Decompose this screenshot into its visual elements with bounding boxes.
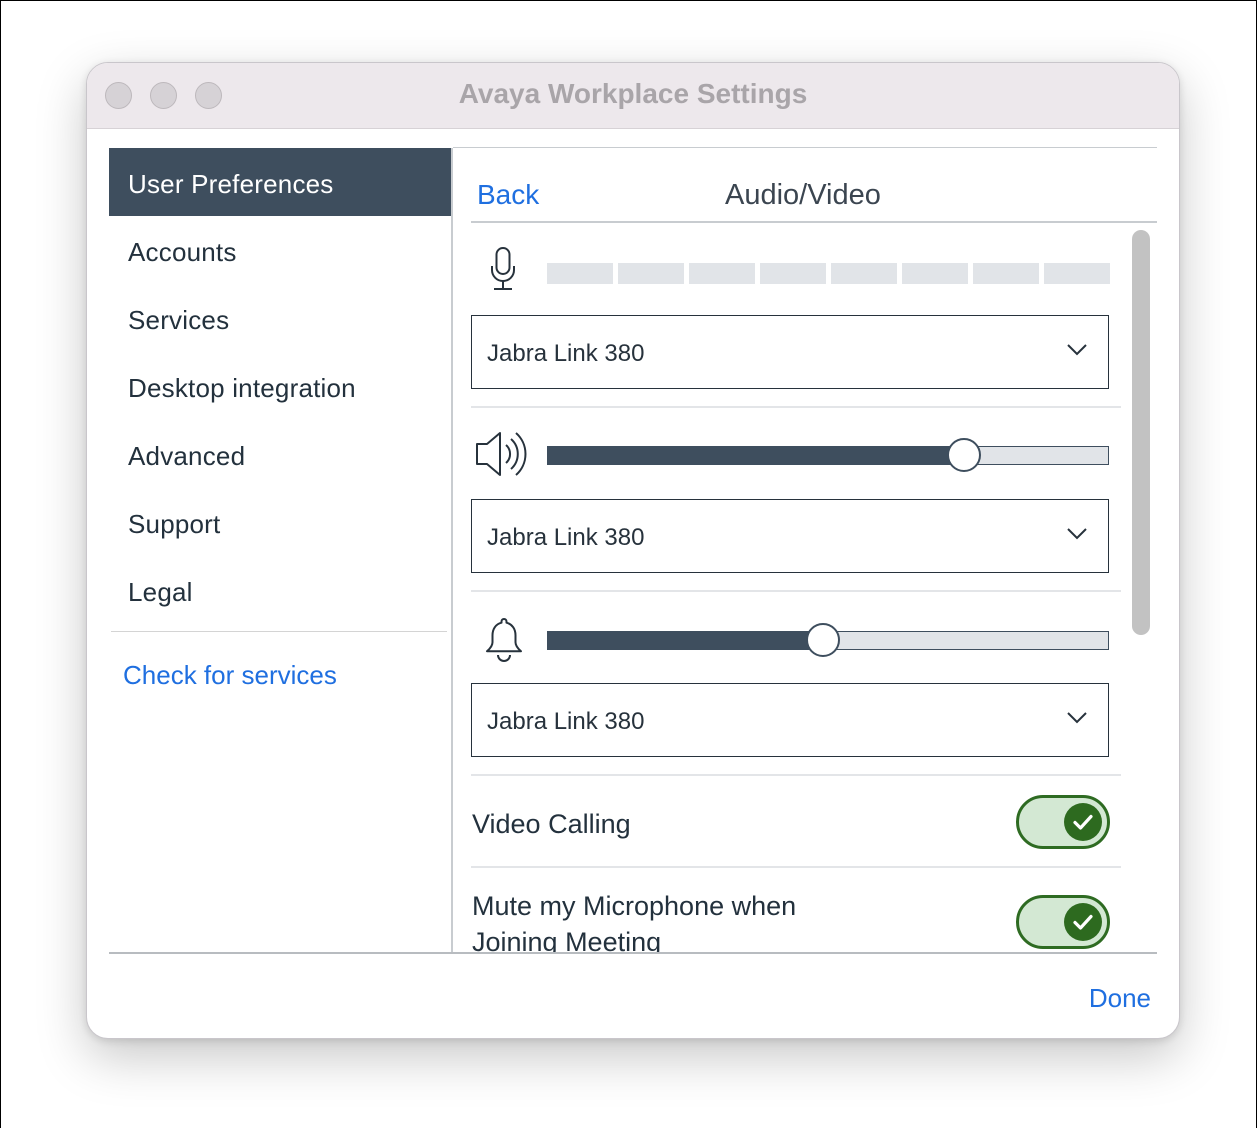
toggle-knob bbox=[1064, 903, 1102, 941]
speaker-volume-slider[interactable] bbox=[547, 438, 1109, 472]
level-segment bbox=[902, 263, 968, 284]
ringer-device-value: Jabra Link 380 bbox=[487, 708, 645, 735]
settings-window: Avaya Workplace Settings User Preference… bbox=[86, 62, 1180, 1039]
mute-on-join-row: Mute my Microphone when Joining Meeting bbox=[453, 873, 1123, 952]
ringer-volume-slider[interactable] bbox=[547, 623, 1109, 657]
video-calling-toggle[interactable] bbox=[1016, 795, 1110, 849]
toggle-knob bbox=[1064, 803, 1102, 841]
chevron-down-icon bbox=[1067, 712, 1087, 724]
sidebar-divider bbox=[111, 631, 447, 632]
row-divider bbox=[471, 774, 1121, 776]
title-bar: Avaya Workplace Settings bbox=[87, 63, 1179, 129]
row-divider bbox=[471, 590, 1121, 592]
sidebar-item-advanced[interactable]: Advanced bbox=[109, 420, 451, 488]
panel-title: Audio/Video bbox=[725, 179, 881, 211]
window-title: Avaya Workplace Settings bbox=[458, 78, 808, 109]
checkmark-icon bbox=[1073, 914, 1093, 930]
row-divider bbox=[471, 866, 1121, 868]
footer-divider bbox=[109, 952, 1157, 954]
level-segment bbox=[618, 263, 684, 284]
level-segment bbox=[547, 263, 613, 284]
mute-on-join-label: Mute my Microphone when Joining Meeting bbox=[472, 891, 797, 952]
sidebar: User Preferences Accounts Services Deskt… bbox=[109, 148, 451, 690]
speaker-volume-fill bbox=[548, 447, 964, 464]
speaker-icon bbox=[476, 432, 527, 476]
chevron-down-icon bbox=[1067, 528, 1087, 540]
row-divider bbox=[471, 406, 1121, 408]
speaker-device-select[interactable]: Jabra Link 380 bbox=[471, 499, 1109, 573]
speaker-device-value: Jabra Link 380 bbox=[487, 524, 645, 551]
ringer-device-select[interactable]: Jabra Link 380 bbox=[471, 683, 1109, 757]
video-calling-label: Video Calling bbox=[472, 809, 631, 839]
chevron-down-icon bbox=[1067, 344, 1087, 356]
sidebar-item-legal[interactable]: Legal bbox=[109, 556, 451, 624]
check-for-services-link[interactable]: Check for services bbox=[123, 660, 337, 691]
microphone-device-value: Jabra Link 380 bbox=[487, 340, 645, 367]
bell-icon bbox=[486, 618, 522, 662]
level-segment bbox=[831, 263, 897, 284]
sidebar-item-desktop-integration[interactable]: Desktop integration bbox=[109, 352, 451, 420]
speaker-volume-knob[interactable] bbox=[947, 438, 981, 472]
sidebar-item-accounts[interactable]: Accounts bbox=[109, 216, 451, 284]
level-segment bbox=[689, 263, 755, 284]
level-segment bbox=[1044, 263, 1110, 284]
checkmark-icon bbox=[1073, 814, 1093, 830]
ringer-volume-fill bbox=[548, 632, 823, 649]
back-button[interactable]: Back bbox=[477, 179, 539, 211]
scrollbar-thumb[interactable] bbox=[1132, 230, 1150, 635]
level-segment bbox=[760, 263, 826, 284]
panel-top-divider bbox=[453, 147, 1157, 148]
sidebar-item-support[interactable]: Support bbox=[109, 488, 451, 556]
level-segment bbox=[973, 263, 1039, 284]
ringer-volume-knob[interactable] bbox=[806, 623, 840, 657]
microphone-device-select[interactable]: Jabra Link 380 bbox=[471, 315, 1109, 389]
sidebar-item-services[interactable]: Services bbox=[109, 284, 451, 352]
mute-on-join-toggle[interactable] bbox=[1016, 895, 1110, 949]
done-button[interactable]: Done bbox=[1089, 983, 1151, 1014]
sidebar-item-user-preferences[interactable]: User Preferences bbox=[109, 148, 451, 216]
microphone-icon bbox=[491, 247, 515, 290]
